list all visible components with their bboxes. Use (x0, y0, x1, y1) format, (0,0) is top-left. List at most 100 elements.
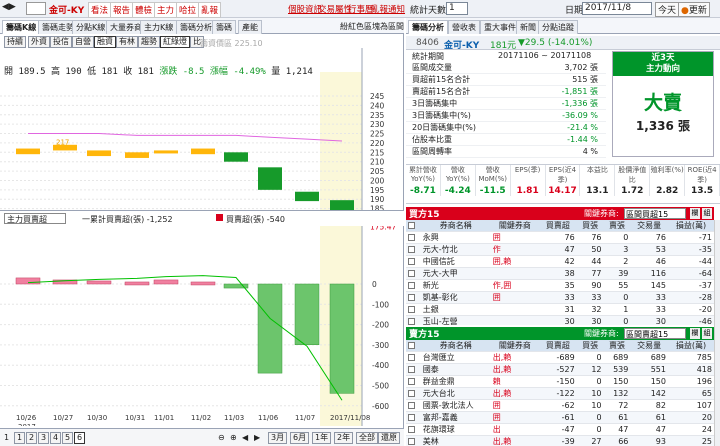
filter-dealer[interactable]: 自營 (72, 36, 94, 48)
filter-trust[interactable]: 投信 (50, 36, 72, 48)
filter-margin[interactable]: 融資 (94, 36, 116, 48)
tab-hala[interactable]: 哈拉 (176, 2, 200, 18)
table-row[interactable]: 新光 作,囲 35 90 55 145 -37 (406, 279, 714, 292)
tab-branch-track[interactable]: 分點追蹤 (538, 20, 578, 34)
candle (224, 152, 248, 162)
row-checkbox[interactable] (408, 354, 415, 361)
sell-select[interactable]: 區間賣超15 (624, 328, 686, 339)
table-row[interactable]: 群益金鼎賴 -150 0 150 150 196 (406, 375, 714, 388)
page-button[interactable]: 2 (26, 432, 38, 444)
period-button[interactable]: 2年 (334, 432, 354, 444)
tab-view[interactable]: 看法 (88, 2, 112, 18)
tab-news[interactable]: 新聞 (516, 20, 540, 34)
refresh-button[interactable]: ●更新 (678, 2, 710, 17)
row-checkbox[interactable] (408, 390, 415, 397)
page-button[interactable]: 6 (74, 432, 86, 444)
table-row[interactable]: 元大台北 出,賴 -122 10 132 142 65 (406, 387, 714, 400)
metric-cell: 累計營收YoY(%) -8.71 (406, 165, 441, 196)
row-checkbox[interactable] (408, 234, 415, 241)
next-icon[interactable]: ▶ (254, 433, 260, 442)
tab-chip-analysis[interactable]: 籌碼分析 (176, 20, 216, 34)
row-checkbox[interactable] (408, 438, 415, 445)
volume-chart[interactable]: 0 -100 -200 -300 -400 -500 -600 10/26 10/27 10/30… (0, 226, 404, 426)
tab-misc[interactable]: 亂報 (198, 2, 222, 18)
summary-row: 區間周轉率 4 % (406, 146, 606, 158)
tab-branch-kline[interactable]: 分點K線 (72, 20, 110, 34)
back-icon[interactable]: ◀▶ (2, 2, 16, 12)
buy-group-button[interactable]: 組 (702, 208, 712, 219)
filter-traffic[interactable]: 紅綠燈 (160, 36, 190, 48)
table-row[interactable]: 花旗環球出 -47 0 47 47 24 (406, 423, 714, 436)
tab-capacity[interactable]: 產能 (238, 20, 262, 34)
zoom-out-icon[interactable]: ⊖ (218, 433, 225, 442)
filter-hold[interactable]: 持續 (4, 36, 26, 48)
ticker-selector[interactable] (26, 2, 46, 15)
tab-chip-kline[interactable]: 籌碼K線 (2, 20, 41, 34)
table-row[interactable]: 台灣匯立 出,賴 -689 0 689 689 785 (406, 351, 714, 364)
link-calendar[interactable]: 行事曆 (348, 3, 374, 15)
table-row[interactable]: 國泰 出,賴 -527 12 539 551 418 (406, 363, 714, 376)
filter-trend[interactable]: 趨勢 (138, 36, 160, 48)
prev-icon[interactable]: ◀ (242, 433, 248, 442)
period-button[interactable]: 還原 (378, 432, 400, 444)
row-checkbox[interactable] (408, 282, 415, 289)
tab-main-kline[interactable]: 主力K線 (140, 20, 178, 34)
tab-main[interactable]: 主力 (154, 2, 178, 18)
table-row[interactable]: 國票-敦北法人囲 -62 10 72 82 107 (406, 399, 714, 412)
verdict-text: 大賣 (643, 92, 682, 114)
row-checkbox[interactable] (408, 426, 415, 433)
period-button[interactable]: 3月 (268, 432, 288, 444)
row-checkbox[interactable] (408, 246, 415, 253)
row-checkbox[interactable] (408, 402, 415, 409)
sell-group-button[interactable]: 組 (702, 328, 712, 339)
stat-days-select[interactable]: 1 (446, 2, 468, 15)
buy-column-button[interactable]: 欄 (690, 208, 700, 219)
zoom-in-icon[interactable]: ⊕ (230, 433, 237, 442)
row-checkbox[interactable] (408, 366, 415, 373)
tab-analysis[interactable]: 籌碼分析 (408, 20, 448, 34)
buy-select[interactable]: 區間買超15 (624, 208, 686, 219)
table-row[interactable]: 美林 出,賴 -39 27 66 93 25 (406, 435, 714, 446)
period-button[interactable]: 全部 (356, 432, 378, 444)
table-row[interactable]: 富邦-嘉義囲 -61 0 61 61 20 (406, 411, 714, 424)
page-button[interactable]: 3 (38, 432, 50, 444)
page-button[interactable]: 5 (62, 432, 74, 444)
metric-cell: EPS(季) 1.81 (511, 165, 546, 196)
tab-events[interactable]: 重大事件 (480, 20, 520, 34)
indicator-select[interactable]: 主力買賣超 (4, 213, 66, 224)
table-row[interactable]: 元大-竹北作 47 50 3 53 -35 (406, 243, 714, 256)
tab-report[interactable]: 報告 (110, 2, 134, 18)
tab-check[interactable]: 體檢 (132, 2, 156, 18)
sell-column-button[interactable]: 欄 (690, 328, 700, 339)
row-checkbox[interactable] (408, 414, 415, 421)
row-checkbox[interactable] (408, 258, 415, 265)
page-button[interactable]: 1 (14, 432, 26, 444)
table-row[interactable]: 永興囲 76 76 0 76 -71 (406, 231, 714, 244)
candle (87, 150, 111, 157)
filter-foreign[interactable]: 外資 (28, 36, 50, 48)
filter-youlin[interactable]: 有林 (116, 36, 138, 48)
period-button[interactable]: 1年 (312, 432, 332, 444)
tab-revenue[interactable]: 營收表 (448, 20, 480, 34)
row-checkbox[interactable] (408, 294, 415, 301)
link-stock-info[interactable]: 個股資訊 (288, 3, 322, 15)
price-chart[interactable]: 2452402352302252202152102052001951901851… (0, 48, 404, 233)
link-notify[interactable]: 亂報通知 (371, 3, 405, 15)
table-row[interactable]: 中國信託 囲,賴 42 44 2 46 -44 (406, 255, 714, 268)
table-row[interactable]: 元大-大甲 38 77 39 116 -64 (406, 267, 714, 280)
date-field[interactable]: 2017/11/8 (582, 2, 652, 15)
table-row[interactable]: 凱基-彰化囲 33 33 0 33 -28 (406, 291, 714, 304)
table-row[interactable]: 土銀 31 32 1 33 -20 (406, 303, 714, 316)
table-row[interactable]: 玉山-左營 30 30 0 30 -46 (406, 315, 714, 325)
summary-row: 買超前15名合計 515 張 (406, 74, 606, 86)
today-button[interactable]: 今天 (655, 2, 680, 17)
row-checkbox[interactable] (408, 318, 415, 325)
link-trade-attr[interactable]: 交易屬性 (318, 3, 352, 15)
page-button[interactable]: 4 (50, 432, 62, 444)
tab-chips[interactable]: 籌碼 (212, 20, 236, 34)
period-button[interactable]: 6月 (290, 432, 310, 444)
row-checkbox[interactable] (408, 270, 415, 277)
row-checkbox[interactable] (408, 306, 415, 313)
scrollbar[interactable] (714, 220, 720, 446)
row-checkbox[interactable] (408, 378, 415, 385)
